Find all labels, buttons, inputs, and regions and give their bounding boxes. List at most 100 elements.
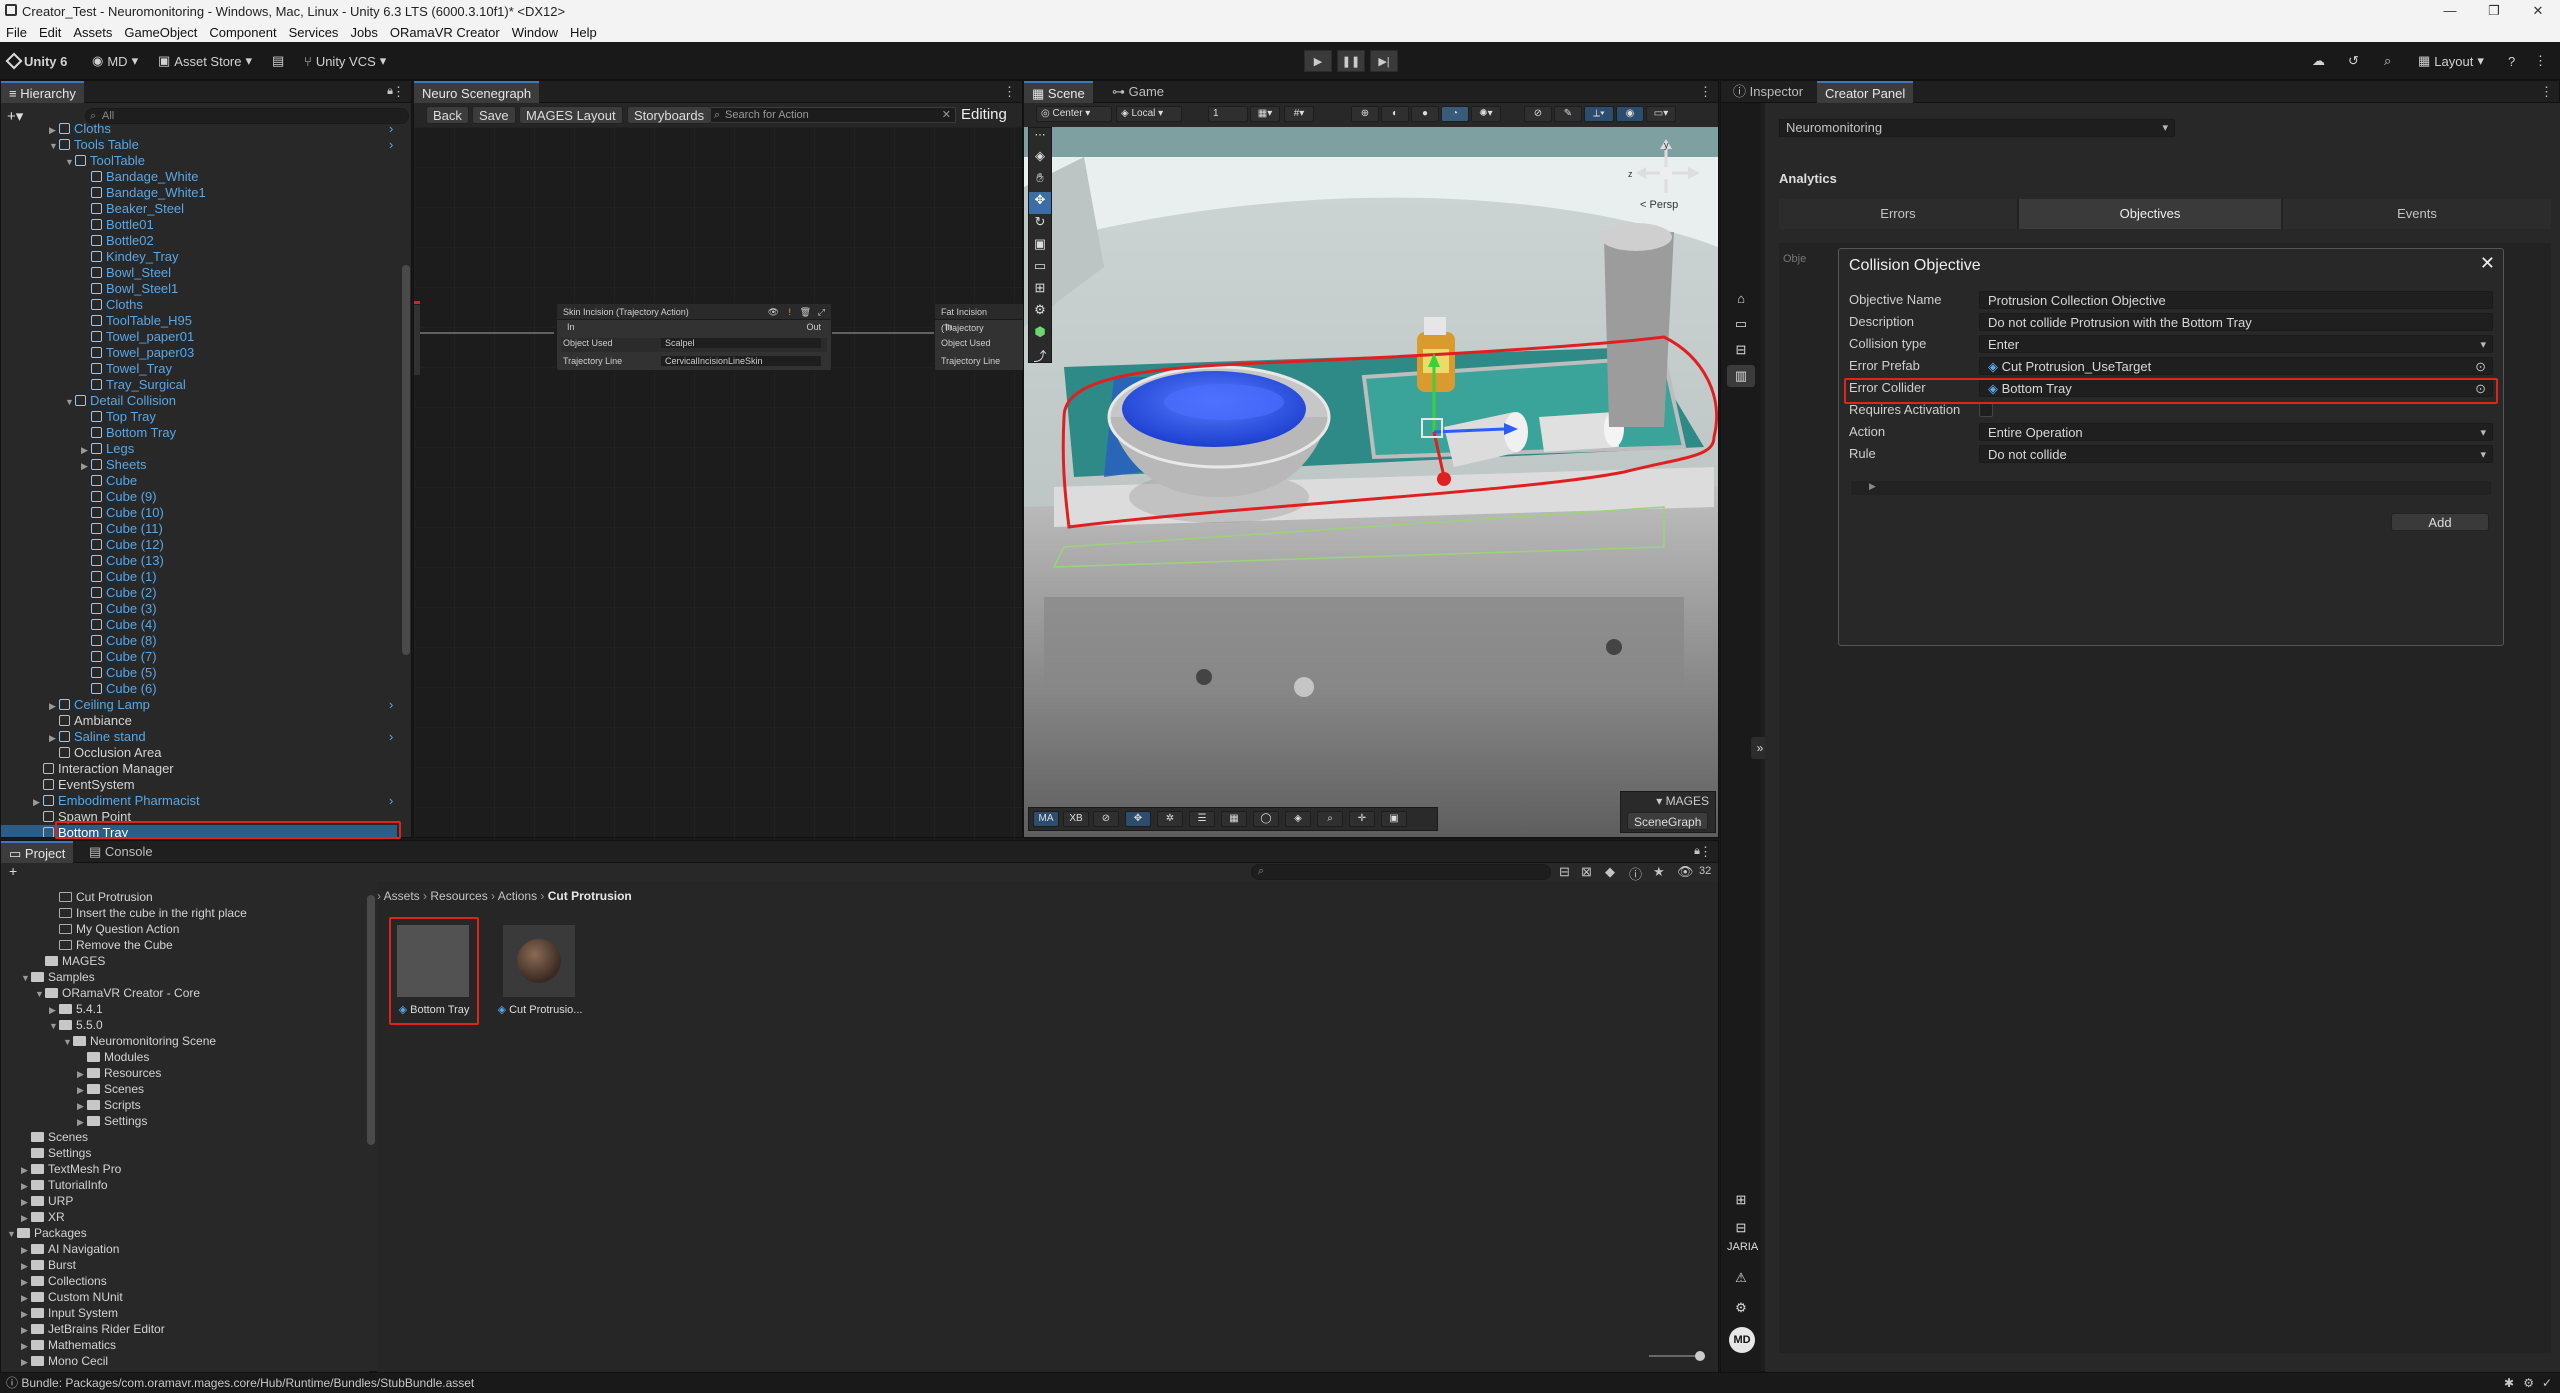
menu-item[interactable]: Edit	[33, 25, 67, 40]
expand-icon[interactable]: ⤢	[818, 304, 825, 320]
chevron-right-icon[interactable]: ›	[389, 793, 393, 809]
tab-neuro-scenegraph[interactable]: Neuro Scenegraph	[414, 81, 540, 103]
tab-inspector[interactable]: ⓘ Inspector	[1725, 81, 1811, 103]
hierarchy-item[interactable]: Cube (12)	[81, 537, 164, 553]
menu-item[interactable]: Assets	[67, 25, 118, 40]
star-icon[interactable]: ★	[1653, 864, 1665, 880]
chevron-right-icon[interactable]: ▶	[81, 458, 91, 474]
breadcrumb-item[interactable]: Resources	[430, 889, 487, 903]
project-folder-item[interactable]: ▼ 5.5.0	[49, 1017, 103, 1033]
chevron-right-icon[interactable]: ▶	[49, 698, 59, 714]
refresh-overlay-icon[interactable]: ◯	[1253, 811, 1279, 827]
project-folder-item[interactable]: ▼ Samples	[21, 969, 95, 985]
menu-item[interactable]: Component	[203, 25, 282, 40]
rotate-tool-icon[interactable]: ↻	[1029, 214, 1051, 236]
chevron-right-icon[interactable]: ▶	[77, 1066, 87, 1082]
chevron-right-icon[interactable]: ▶	[21, 1162, 31, 1178]
account-dropdown[interactable]: ◉ MD ▾	[92, 51, 138, 71]
hierarchy-item[interactable]: EventSystem	[33, 777, 135, 793]
hierarchy-item[interactable]: Cube (13)	[81, 553, 164, 569]
project-folder-item[interactable]: ▶ Custom NUnit	[21, 1289, 123, 1305]
project-folder-item[interactable]: Remove the Cube	[49, 937, 173, 953]
node-graph-canvas[interactable]	[414, 127, 1024, 839]
chevron-right-icon[interactable]: ›	[389, 121, 393, 137]
expand-row[interactable]: ▶	[1851, 481, 2491, 495]
object-picker-icon[interactable]: ⊙	[2475, 358, 2486, 376]
audio-icon[interactable]: ✎	[1554, 106, 1582, 122]
scene-viewport[interactable]: ⋯ ◈ ✋︎ ✥ ↻ ▣ ▭ ⊞ ⚙ ⬢ ⤴ y z < Persp MA XB …	[1024, 127, 1718, 837]
hierarchy-item[interactable]: ▶ Embodiment Pharmacist ›	[33, 793, 393, 809]
path-tool-icon[interactable]: ⤴	[1029, 346, 1051, 368]
menu-item[interactable]: Window	[506, 25, 564, 40]
hierarchy-item[interactable]: Tray_Surgical	[81, 377, 186, 393]
project-folder-item[interactable]: ▶ Mathematics	[21, 1337, 116, 1353]
custom-tool-icon[interactable]: ⚙	[1029, 302, 1051, 324]
move-overlay-icon[interactable]: ✥	[1125, 811, 1151, 827]
move-tool-icon[interactable]: ✥	[1029, 192, 1051, 214]
hierarchy-item[interactable]: Interaction Manager	[33, 761, 174, 777]
hierarchy-item[interactable]: Cube (11)	[81, 521, 163, 537]
chevron-right-icon[interactable]: ▶	[77, 1098, 87, 1114]
2d-toggle-icon[interactable]: ⊘	[1524, 106, 1552, 122]
hierarchy-item[interactable]: Cube	[81, 473, 137, 489]
vr-headset-icon[interactable]: ▭	[1727, 313, 1755, 335]
tab-game[interactable]: ⊶ Game	[1104, 81, 1172, 103]
project-folder-item[interactable]: ▼ Packages	[7, 1225, 87, 1241]
bug-icon[interactable]: ✱	[2504, 1373, 2514, 1393]
project-folder-item[interactable]: Settings	[21, 1145, 91, 1161]
pan-overlay-icon[interactable]: ✛	[1349, 811, 1375, 827]
list-overlay-icon[interactable]: ☰	[1189, 811, 1215, 827]
asset-cut-protrusion[interactable]: ◈ Cut Protrusio...	[497, 919, 583, 1023]
subtab-objectives[interactable]: Objectives	[2019, 199, 2281, 229]
project-folder-item[interactable]: Scenes	[21, 1129, 88, 1145]
hierarchy-item[interactable]: Cube (8)	[81, 633, 157, 649]
project-folder-item[interactable]: Modules	[77, 1049, 149, 1065]
avatar[interactable]: MD	[1729, 1327, 1755, 1353]
thumbnail-size-slider[interactable]	[1649, 1351, 1705, 1361]
hierarchy-item[interactable]: ▼ ToolTable	[65, 153, 145, 169]
hierarchy-item[interactable]: Cube (5)	[81, 665, 157, 681]
project-folder-item[interactable]: ▶ JetBrains Rider Editor	[21, 1321, 165, 1337]
filter-label-icon[interactable]: ⊠	[1581, 864, 1592, 880]
menu-item[interactable]: File	[0, 25, 33, 40]
delete-icon[interactable]: 🗑︎	[800, 304, 811, 320]
check-icon[interactable]: ✓	[2542, 1373, 2552, 1393]
save-button[interactable]: Save	[472, 106, 516, 124]
back-button[interactable]: Back	[426, 106, 469, 124]
scenegraph-button[interactable]: SceneGraph	[1627, 812, 1709, 830]
node-in-port[interactable]: In	[945, 322, 953, 332]
text-field[interactable]: Protrusion Collection Objective	[1979, 291, 2493, 309]
clear-icon[interactable]: ✕	[942, 108, 951, 122]
chevron-right-icon[interactable]: ›	[389, 697, 393, 713]
breadcrumb-item[interactable]: Assets	[384, 889, 420, 903]
layers-overlay-icon[interactable]: ◈	[1285, 811, 1311, 827]
chevron-right-icon[interactable]: ▶	[49, 1002, 59, 1018]
hierarchy-item[interactable]: Kindey_Tray	[81, 249, 179, 265]
project-folder-item[interactable]: ▼ ORamaVR Creator - Core	[35, 985, 200, 1001]
field-dropdown[interactable]: Do not collide	[1979, 445, 2493, 464]
lighting-icon[interactable]: ◔	[1441, 106, 1469, 122]
project-folder-item[interactable]: ▶ TextMesh Pro	[21, 1161, 121, 1177]
xb-overlay-button[interactable]: XB	[1063, 811, 1089, 827]
project-folder-item[interactable]: Cut Protrusion	[49, 889, 153, 905]
node-in-port[interactable]: In	[567, 322, 575, 332]
hierarchy-item[interactable]: Cube (9)	[81, 489, 157, 505]
chevron-right-icon[interactable]: ▶	[21, 1210, 31, 1226]
hierarchy-item[interactable]: Cube (6)	[81, 681, 157, 697]
chevron-right-icon[interactable]: ▶	[21, 1338, 31, 1354]
more-icon[interactable]: ⋮	[2540, 84, 2553, 100]
chevron-down-icon[interactable]: ▼	[49, 138, 59, 154]
add-button[interactable]: Add	[2391, 513, 2489, 531]
chevron-right-icon[interactable]: ▶	[77, 1114, 87, 1130]
graph-icon[interactable]: ⊟	[1727, 1217, 1755, 1239]
hierarchy-item[interactable]: Cube (2)	[81, 585, 157, 601]
graph-node-fat-incision[interactable]: Fat Incision (Trajectory In Object Used …	[934, 303, 1024, 371]
zoom-overlay-icon[interactable]: ⌕	[1317, 811, 1343, 827]
warning-icon[interactable]: ⚠	[1727, 1267, 1755, 1289]
hierarchy-item[interactable]: Cube (7)	[81, 649, 157, 665]
hierarchy-item[interactable]: Top Tray	[81, 409, 156, 425]
hierarchy-item[interactable]: ▶ Sheets	[81, 457, 146, 473]
project-folder-item[interactable]: ▶ Burst	[21, 1257, 76, 1273]
mages-layout-button[interactable]: MAGES Layout	[519, 106, 623, 124]
hierarchy-item[interactable]: Bottle02	[81, 233, 154, 249]
